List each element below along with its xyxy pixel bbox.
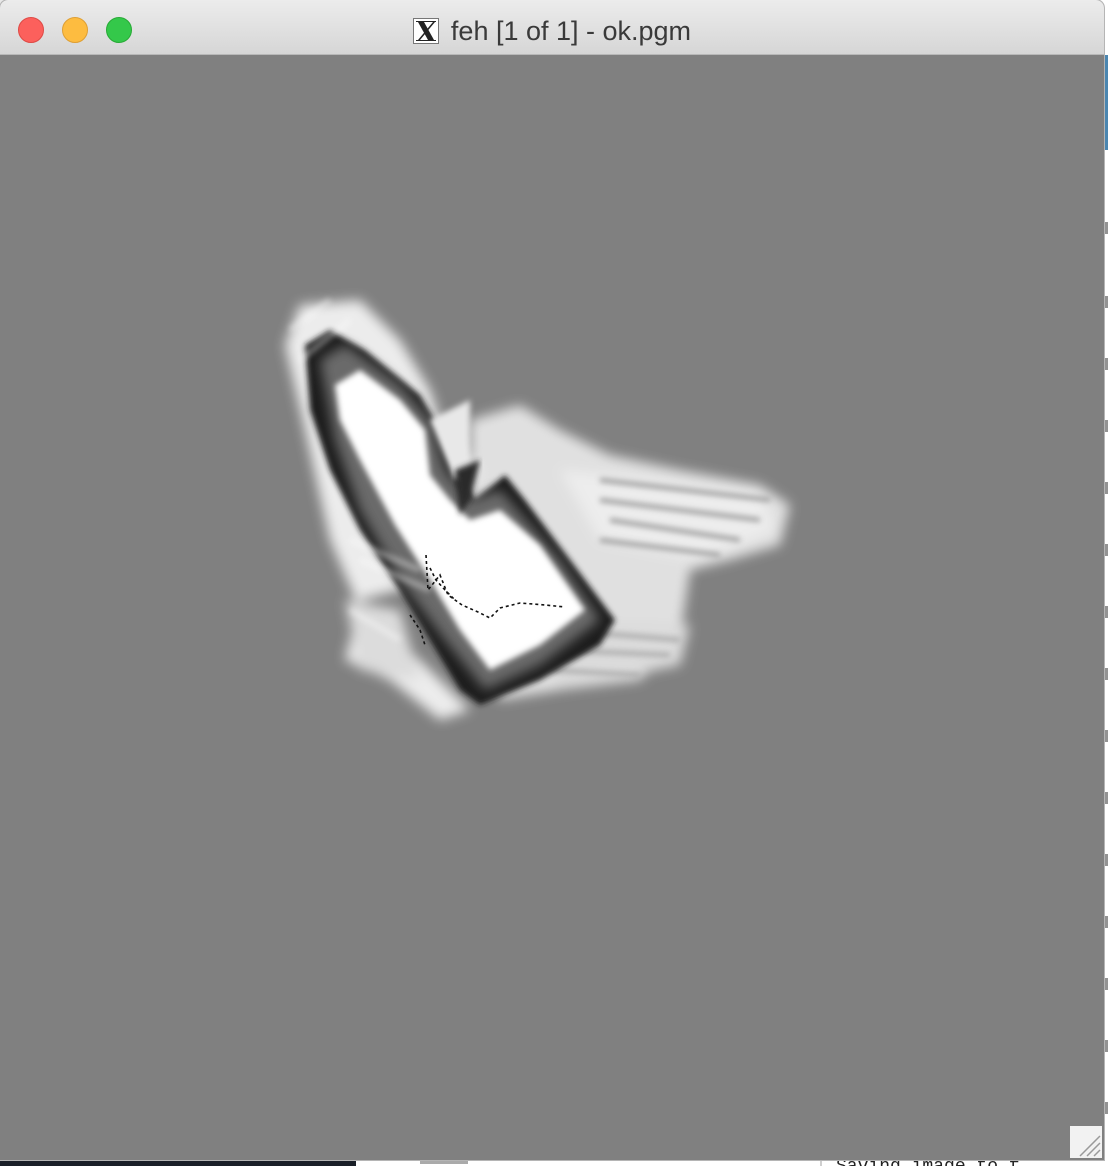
title-bar[interactable]: feh [1 of 1] - ok.pgm (0, 0, 1104, 55)
x11-icon (412, 18, 439, 44)
window-title: feh [1 of 1] - ok.pgm (450, 16, 692, 46)
image-canvas[interactable] (0, 55, 1104, 1160)
resize-grip-icon (1079, 1135, 1101, 1157)
resize-grip[interactable] (1070, 1126, 1102, 1158)
feh-window[interactable]: feh [1 of 1] - ok.pgm (0, 0, 1104, 1160)
occupancy-map-image (285, 297, 790, 720)
window-title-container: feh [1 of 1] - ok.pgm (0, 15, 1104, 47)
